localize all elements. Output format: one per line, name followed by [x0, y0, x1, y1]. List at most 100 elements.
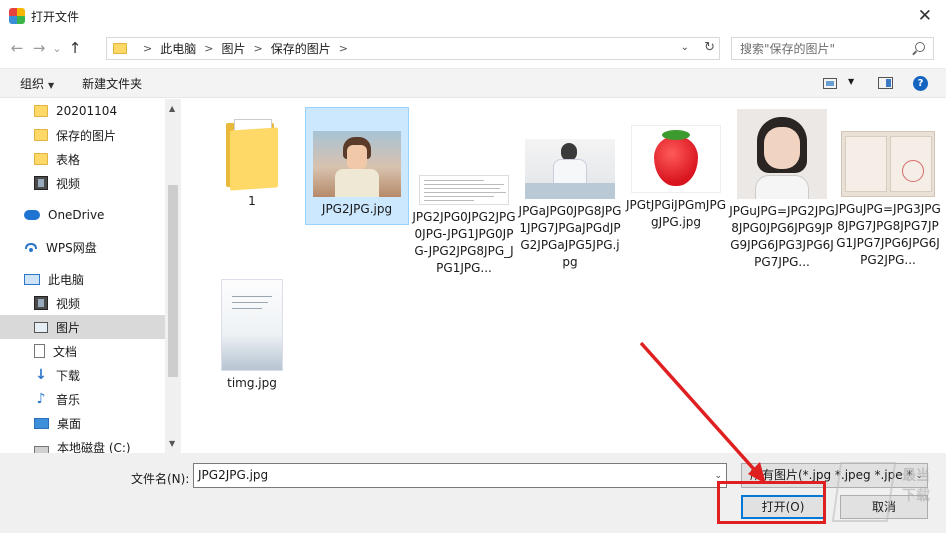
sidebar-item-label: 文档 [53, 344, 78, 359]
sidebar-item-onedrive[interactable]: OneDrive [24, 203, 165, 227]
app-icon [9, 8, 25, 24]
sidebar-item-label: 桌面 [57, 416, 82, 431]
window-title: 打开文件 [31, 9, 80, 24]
sidebar-item-desktop[interactable]: 桌面 [34, 411, 165, 435]
cloud-icon [24, 210, 40, 220]
breadcrumb-separator[interactable]: > [204, 42, 213, 55]
image-thumbnail [313, 131, 401, 197]
help-icon[interactable]: ? [913, 76, 928, 91]
image-thumbnail [631, 125, 721, 193]
file-item[interactable]: JPGuJPG=JPG3JPG8JPG7JPG8JPG7JPG1JPG7JPG6… [835, 131, 941, 269]
disk-icon [34, 445, 49, 453]
recent-locations-icon[interactable]: ⌄ [50, 42, 64, 55]
sidebar-item-tables[interactable]: 表格 [34, 147, 165, 171]
file-item[interactable]: timg.jpg [199, 279, 305, 392]
file-item[interactable]: JPGuJPG=JPG2JPG8JPG0JPG6JPG9JPG9JPG6JPG3… [729, 109, 835, 271]
music-icon: ♪ [36, 391, 46, 407]
chevron-down-icon[interactable]: ⌄ [681, 42, 689, 53]
folder-icon [34, 129, 48, 141]
watermark-logo: 最当下载 [830, 458, 944, 530]
caret-down-icon[interactable]: ▼ [848, 77, 854, 86]
scroll-up-icon[interactable]: ▲ [169, 104, 175, 113]
address-row: ← → ⌄ ↑ > 此电脑 > 图片 > 保存的图片 > ⌄ ↻ 搜索"保存的图… [0, 32, 946, 64]
file-name: JPGtJPGiJPGmJPGgJPG.jpg [625, 198, 727, 229]
file-name: JPGuJPG=JPG3JPG8JPG7JPG8JPG7JPG1JPG7JPG6… [835, 202, 941, 267]
file-item[interactable]: JPG2JPG0JPG2JPG0JPG-JPG1JPG0JPG-JPG2JPG8… [411, 175, 517, 277]
file-item-selected[interactable]: JPG2JPG.jpg [304, 131, 410, 218]
sidebar-item-music[interactable]: ♪ 音乐 [34, 387, 165, 411]
up-arrow-icon[interactable]: ↑ [64, 39, 86, 57]
back-arrow-icon[interactable]: ← [6, 39, 28, 57]
video-icon [34, 296, 48, 310]
sidebar-item-saved-pictures[interactable]: 保存的图片 [34, 123, 165, 147]
sidebar-item-label: WPS网盘 [46, 240, 97, 255]
filename-value: JPG2JPG.jpg [198, 468, 269, 482]
sidebar-item-label: 保存的图片 [56, 128, 117, 143]
navigation-pane: 20201104 保存的图片 表格 视频 OneDrive WPS网盘 此电脑 … [0, 99, 181, 453]
file-name: JPGuJPG=JPG2JPG8JPG0JPG6JPG9JPG9JPG6JPG3… [729, 204, 835, 269]
file-item[interactable]: JPGaJPG0JPG8JPG1JPG7JPGaJPGdJPG2JPGaJPG5… [517, 139, 623, 271]
sidebar-item-label: 20201104 [56, 104, 118, 118]
sidebar-item-wps-cloud[interactable]: WPS网盘 [24, 235, 165, 259]
sidebar-item-label: 本地磁盘 (C:) [57, 440, 131, 454]
breadcrumb-separator[interactable]: > [339, 42, 348, 55]
sidebar-item-this-pc[interactable]: 此电脑 [24, 267, 165, 291]
breadcrumb-separator: > [143, 42, 153, 55]
file-item-folder-1[interactable]: 1 [199, 117, 305, 210]
sidebar-item-label: 视频 [56, 296, 81, 311]
pictures-icon [34, 321, 48, 333]
file-name: JPG2JPG0JPG2JPG0JPG-JPG1JPG0JPG-JPG2JPG8… [412, 210, 516, 275]
sidebar-item-pictures[interactable]: 图片 [0, 315, 165, 339]
sidebar-scrollbar[interactable]: ▲ ▼ [165, 99, 181, 453]
search-input[interactable]: 搜索"保存的图片" [731, 37, 934, 60]
documents-icon [34, 344, 45, 358]
breadcrumb-item-this-pc[interactable]: 此电脑 [160, 40, 196, 57]
sidebar-item-label: 视频 [56, 176, 81, 191]
image-thumbnail [737, 109, 827, 199]
image-thumbnail [419, 175, 509, 205]
sidebar-item-20201104[interactable]: 20201104 [34, 99, 165, 123]
file-item[interactable]: JPGtJPGiJPGmJPGgJPG.jpg [623, 125, 729, 231]
watermark-text: 最当下载 [902, 468, 930, 504]
refresh-icon[interactable]: ↻ [704, 40, 715, 55]
video-icon [34, 176, 48, 190]
file-name: 1 [248, 194, 256, 208]
folder-icon [113, 43, 127, 54]
breadcrumb-item-saved-pictures[interactable]: 保存的图片 [271, 40, 331, 57]
sidebar-item-label: OneDrive [48, 208, 105, 222]
scrollbar-thumb[interactable] [168, 185, 178, 377]
filename-label: 文件名(N): [131, 472, 190, 486]
filename-input[interactable]: JPG2JPG.jpg ⌄ [193, 463, 727, 488]
sidebar-item-documents[interactable]: 文档 [34, 339, 165, 363]
title-bar: 打开文件 ✕ [0, 0, 946, 32]
sidebar-item-downloads[interactable]: ↓ 下载 [34, 363, 165, 387]
desktop-icon [34, 417, 49, 429]
sidebar-item-videos[interactable]: 视频 [34, 171, 165, 195]
command-toolbar: 组织 ▼ 新建文件夹 ▼ ? [0, 68, 946, 98]
breadcrumb-separator[interactable]: > [253, 42, 262, 55]
file-name: timg.jpg [227, 376, 277, 390]
change-view-icon[interactable] [823, 78, 837, 89]
forward-arrow-icon[interactable]: → [28, 39, 50, 57]
caret-down-icon: ▼ [48, 80, 55, 90]
preview-pane-icon[interactable] [878, 77, 893, 89]
breadcrumb-item-pictures[interactable]: 图片 [221, 40, 245, 57]
download-icon: ↓ [35, 367, 47, 383]
search-icon[interactable] [915, 42, 925, 52]
image-thumbnail [221, 279, 283, 371]
address-bar[interactable]: > 此电脑 > 图片 > 保存的图片 > ⌄ ↻ [106, 37, 720, 60]
computer-icon [24, 273, 40, 285]
file-name: JPGaJPG0JPG8JPG1JPG7JPGaJPGdJPG2JPGaJPG5… [518, 204, 622, 269]
organize-button[interactable]: 组织 ▼ [20, 75, 54, 92]
wps-cloud-icon [24, 240, 38, 254]
sidebar-item-label: 图片 [56, 320, 81, 335]
sidebar-item-local-disk-c[interactable]: 本地磁盘 (C:) [34, 435, 165, 453]
sidebar-item-videos-pc[interactable]: 视频 [34, 291, 165, 315]
scroll-down-icon[interactable]: ▼ [169, 439, 175, 448]
close-icon[interactable]: ✕ [918, 6, 932, 26]
folder-icon [34, 153, 48, 165]
new-folder-button[interactable]: 新建文件夹 [82, 75, 142, 92]
annotation-highlight-box [717, 481, 826, 524]
sidebar-item-label: 表格 [56, 152, 81, 167]
folder-icon [226, 117, 278, 191]
